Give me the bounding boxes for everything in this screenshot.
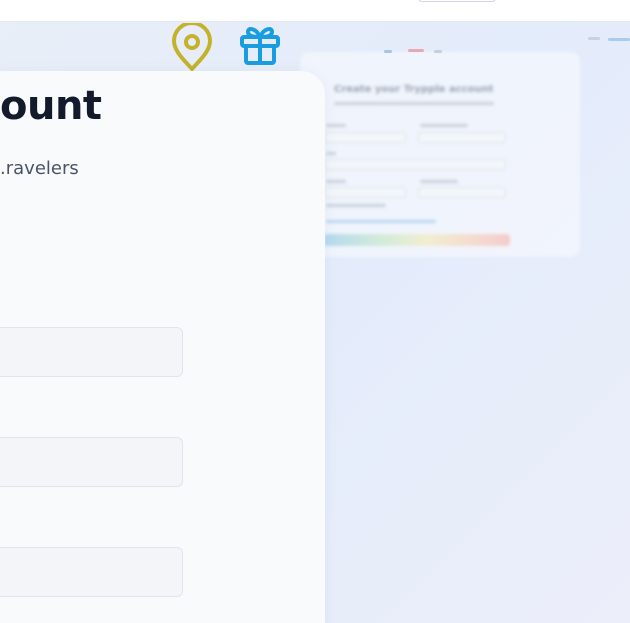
- background-preview-line: [326, 204, 386, 207]
- signup-input-1[interactable]: [0, 327, 183, 377]
- background-preview-gradient-bar: [324, 234, 510, 246]
- background-preview-dot: [588, 37, 600, 40]
- gift-icon: [238, 23, 282, 67]
- background-preview-field: [324, 132, 406, 143]
- background-preview-label: [420, 180, 458, 183]
- background-preview-dot: [434, 50, 442, 53]
- top-navbar: [0, 0, 630, 22]
- background-preview-dot: [408, 49, 424, 52]
- background-preview-line: [326, 220, 436, 223]
- background-preview-label: [326, 124, 346, 127]
- signup-input-3[interactable]: [0, 547, 183, 597]
- background-form-preview: Create your Trypple account: [300, 52, 580, 257]
- signup-input-2[interactable]: [0, 437, 183, 487]
- background-preview-field: [324, 187, 406, 198]
- signup-page: Create your Trypple account ount raveler…: [0, 0, 630, 623]
- map-pin-icon: [170, 21, 214, 73]
- background-preview-field: [418, 187, 506, 198]
- background-preview-title: Create your Trypple account: [334, 84, 494, 95]
- signup-card-title: ount: [0, 83, 102, 129]
- background-preview-field: [418, 132, 506, 143]
- signup-card-subtitle: ravelers.: [0, 158, 79, 179]
- background-preview-label: [326, 152, 336, 155]
- background-preview-field: [324, 159, 506, 170]
- navbar-secondary-button[interactable]: [418, 0, 496, 2]
- background-preview-label: [420, 124, 468, 127]
- background-preview-dot: [384, 50, 392, 53]
- background-preview-line: [334, 102, 494, 105]
- background-preview-label: [326, 180, 346, 183]
- background-preview-dot: [608, 38, 630, 41]
